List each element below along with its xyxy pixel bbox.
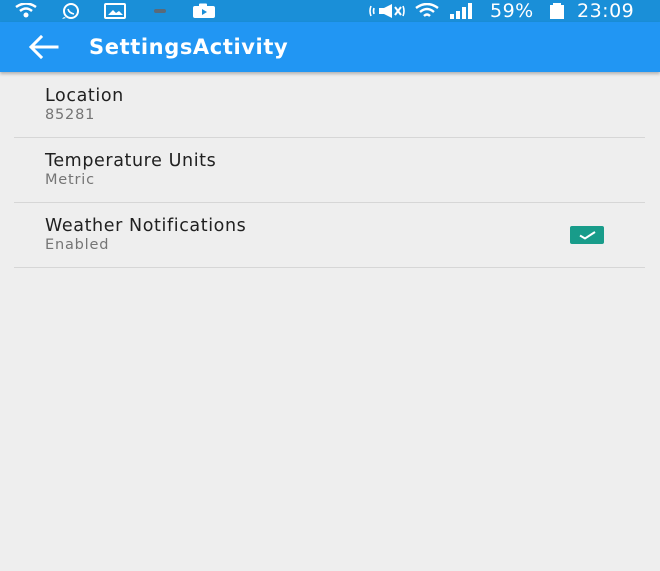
preference-weather-notifications[interactable]: Weather Notifications Enabled [14,202,645,268]
page-title: SettingsActivity [89,35,289,59]
battery-percent: 59% [490,0,534,22]
whatsapp-icon [62,3,79,19]
preference-title: Temperature Units [45,151,217,171]
camera-icon [193,3,215,18]
battery-icon [550,3,564,19]
preference-location[interactable]: Location 85281 [14,72,645,138]
wifi-call-icon [15,3,37,18]
preference-summary: Metric [45,172,95,188]
preference-title: Location [45,86,124,106]
notifications-checkbox[interactable] [570,226,604,244]
wifi-icon [415,3,439,17]
arrow-left-icon[interactable] [28,34,60,60]
clock: 23:09 [577,0,635,22]
check-icon [579,231,596,240]
preference-summary: 85281 [45,107,96,123]
preference-temperature-units[interactable]: Temperature Units Metric [14,137,645,203]
signal-icon [450,3,472,19]
preference-summary: Enabled [45,237,110,253]
minus-icon [154,9,166,13]
gallery-icon [104,3,126,19]
mute-icon [369,4,405,18]
preference-title: Weather Notifications [45,216,247,236]
status-bar: 59% 23:09 [0,0,660,22]
app-bar: SettingsActivity [0,22,660,72]
